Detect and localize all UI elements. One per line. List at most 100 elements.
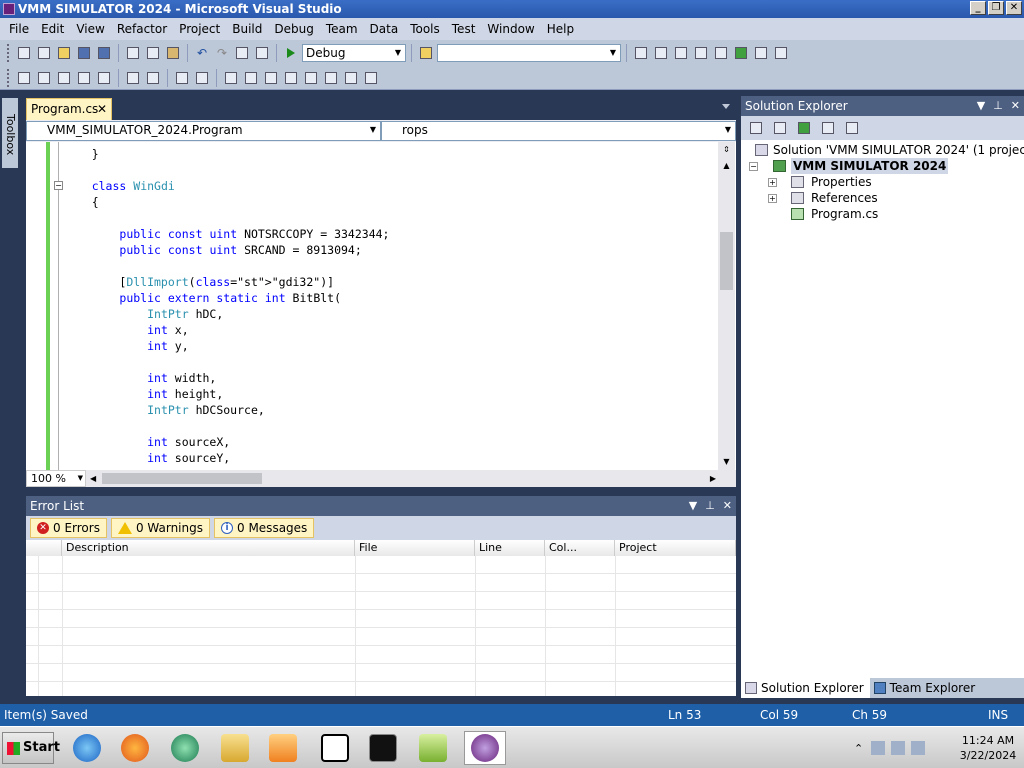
menu-window[interactable]: Window [481,18,540,40]
code-line[interactable]: IntPtr hDCSource, [64,402,389,418]
paste-icon[interactable] [164,44,182,62]
redo-icon[interactable]: ↷ [213,44,231,62]
restore-button[interactable]: ❐ [988,1,1004,15]
file-explorer-taskbar-icon[interactable] [214,731,256,765]
tree-project-node[interactable]: − VMM SIMULATOR 2024 [741,158,1024,174]
code-line[interactable]: class WinGdi [64,178,389,194]
code-line[interactable] [64,258,389,274]
column-severity[interactable] [26,540,62,556]
object-members-icon[interactable] [15,69,33,87]
undo-icon[interactable]: ↶ [193,44,211,62]
scroll-up-icon[interactable]: ▲ [718,158,735,174]
open-file-icon[interactable] [55,44,73,62]
close-pane-icon[interactable]: ✕ [723,496,732,516]
uncomment-lines-icon[interactable] [193,69,211,87]
members-dropdown[interactable]: rops ▼ [381,121,736,141]
show-all-files-icon[interactable] [771,119,789,137]
navigate-forward-icon[interactable] [253,44,271,62]
menu-debug[interactable]: Debug [268,18,319,40]
toolbar-grip[interactable] [7,68,10,87]
properties-icon[interactable] [747,119,765,137]
command-window-icon[interactable] [772,44,790,62]
visual-studio-taskbar-icon[interactable] [464,731,506,765]
code-line[interactable]: } [64,146,389,162]
messages-filter-button[interactable]: i 0 Messages [214,518,315,538]
code-line[interactable]: int width, [64,370,389,386]
auto-hide-pin-icon[interactable]: ⊥ [705,496,715,516]
previous-bookmark-icon[interactable] [242,69,260,87]
code-line[interactable]: int height, [64,386,389,402]
add-item-icon[interactable] [35,44,53,62]
tab-solution-explorer[interactable]: Solution Explorer [741,678,870,698]
complete-word-icon[interactable] [75,69,93,87]
code-line[interactable] [64,210,389,226]
clear-bookmarks-icon[interactable] [362,69,380,87]
start-debugging-icon[interactable] [282,44,300,62]
notepad-plus-plus-taskbar-icon[interactable] [412,731,454,765]
scroll-thumb[interactable] [720,232,733,290]
column-col[interactable]: Col... [545,540,615,556]
code-line[interactable]: int y, [64,338,389,354]
cut-icon[interactable] [124,44,142,62]
quick-info-icon[interactable] [55,69,73,87]
code-line[interactable]: int sourceX, [64,434,389,450]
close-pane-icon[interactable]: ✕ [1011,96,1020,116]
command-prompt-taskbar-icon[interactable] [362,731,404,765]
menu-team[interactable]: Team [320,18,364,40]
decrease-indent-icon[interactable] [95,69,113,87]
menu-build[interactable]: Build [226,18,268,40]
code-line[interactable]: public const uint NOTSRCCOPY = 3342344; [64,226,389,242]
split-handle-icon[interactable]: ⇕ [718,142,735,158]
menu-tools[interactable]: Tools [404,18,446,40]
menu-project[interactable]: Project [173,18,226,40]
extension-manager-icon[interactable] [752,44,770,62]
column-file[interactable]: File [355,540,475,556]
code-line[interactable] [64,162,389,178]
window-position-icon[interactable]: ▼ [977,96,985,116]
solution-configuration-select[interactable]: Debug ▼ [302,44,406,62]
scroll-left-icon[interactable]: ◀ [90,470,96,487]
column-line[interactable]: Line [475,540,545,556]
auto-hide-pin-icon[interactable]: ⊥ [993,96,1003,116]
errors-filter-button[interactable]: ✕ 0 Errors [30,518,107,538]
scroll-down-icon[interactable]: ▼ [718,454,735,470]
code-editor[interactable]: − } class WinGdi { public const uint NOT… [26,142,736,470]
save-icon[interactable] [75,44,93,62]
volume-icon[interactable] [911,741,926,755]
code-line[interactable]: public extern static int BitBlt( [64,290,389,306]
expand-node-icon[interactable]: + [768,178,777,187]
navigate-backward-icon[interactable] [233,44,251,62]
next-bookmark-document-icon[interactable] [342,69,360,87]
code-line[interactable]: public const uint SRCAND = 8913094; [64,242,389,258]
tab-program-cs[interactable]: Program.cs ✕ [26,98,112,120]
find-in-files-icon[interactable] [417,44,435,62]
parameter-info-icon[interactable] [35,69,53,87]
menu-test[interactable]: Test [446,18,482,40]
code-line[interactable]: { [64,194,389,210]
previous-bookmark-folder-icon[interactable] [282,69,300,87]
column-project[interactable]: Project [615,540,736,556]
minimize-button[interactable]: _ [970,1,986,15]
close-tab-icon[interactable]: ✕ [97,99,107,119]
scroll-right-icon[interactable]: ▶ [710,470,716,487]
tree-solution-node[interactable]: Solution 'VMM SIMULATOR 2024' (1 project… [741,142,1024,158]
show-hidden-icons-icon[interactable]: ⌃ [854,742,863,755]
increase-indent-icon[interactable] [124,69,142,87]
next-bookmark-folder-icon[interactable] [302,69,320,87]
collapse-node-icon[interactable]: − [749,162,758,171]
menu-help[interactable]: Help [541,18,580,40]
solution-explorer-icon[interactable] [632,44,650,62]
scroll-thumb[interactable] [102,473,262,484]
previous-bookmark-document-icon[interactable] [322,69,340,87]
menu-file[interactable]: File [3,18,35,40]
start-page-icon[interactable] [732,44,750,62]
comment-lines-icon[interactable] [173,69,191,87]
toggle-bookmark-icon[interactable] [222,69,240,87]
zoom-select[interactable]: 100 % ▼ [26,470,86,487]
7zip-taskbar-icon[interactable] [314,731,356,765]
tree-item-properties[interactable]: + Properties [741,174,1024,190]
refresh-icon[interactable] [795,119,813,137]
code-line[interactable] [64,418,389,434]
expand-node-icon[interactable]: + [768,194,777,203]
menu-data[interactable]: Data [364,18,405,40]
